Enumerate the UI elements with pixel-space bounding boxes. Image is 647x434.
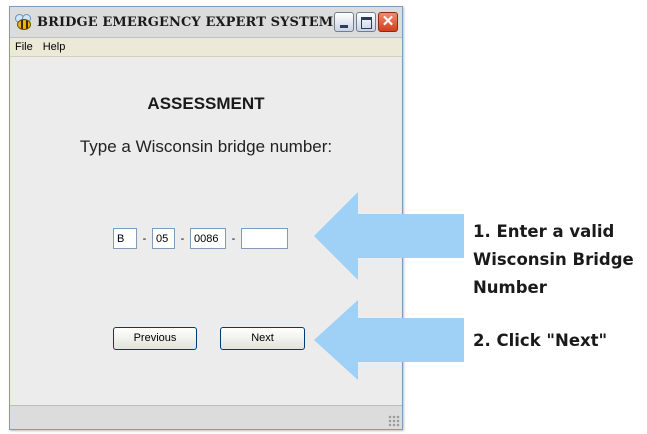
bridge-separator: - (231, 232, 236, 245)
arrow-shape (314, 300, 464, 380)
close-icon[interactable]: ✕ (378, 12, 398, 32)
step1-line: 1. Enter a valid (473, 222, 615, 241)
step1-line: Wisconsin Bridge (473, 250, 634, 269)
arrow-left-icon (314, 192, 464, 280)
step1-note: 1. Enter a valid Wisconsin Bridge Number (473, 218, 634, 302)
window-controls: ✕ (334, 12, 398, 32)
status-bar (10, 405, 402, 429)
minimize-icon[interactable] (334, 12, 354, 32)
maximize-icon[interactable] (356, 12, 376, 32)
menu-bar: File Help (10, 38, 402, 57)
arrow-shape (314, 192, 464, 280)
menu-help[interactable]: Help (38, 41, 71, 53)
menu-file[interactable]: File (10, 41, 38, 53)
bridge-separator: - (180, 232, 185, 245)
page-title: ASSESSMENT (147, 94, 265, 113)
arrow-left-icon (314, 300, 464, 380)
bridge-prefix-field[interactable] (113, 228, 137, 249)
bridge-prompt: Type a Wisconsin bridge number: (79, 137, 333, 156)
step2-note: 2. Click "Next" (473, 327, 607, 355)
bridge-suffix-field[interactable] (241, 228, 288, 249)
next-button[interactable]: Next (220, 327, 305, 350)
bridge-number-field[interactable] (190, 228, 226, 249)
bridge-county-field[interactable] (152, 228, 175, 249)
bridge-number-input-group: - - - (113, 228, 288, 249)
previous-button[interactable]: Previous (113, 327, 197, 350)
step1-line: Number (473, 278, 547, 297)
bee-icon (14, 13, 32, 31)
title-bar[interactable]: BRIDGE EMERGENCY EXPERT SYSTEM ✕ (10, 7, 402, 38)
bridge-separator: - (142, 232, 147, 245)
step2-line: 2. Click "Next" (473, 331, 608, 350)
window-title: BRIDGE EMERGENCY EXPERT SYSTEM (37, 14, 334, 30)
resize-grip-icon[interactable] (388, 415, 400, 427)
